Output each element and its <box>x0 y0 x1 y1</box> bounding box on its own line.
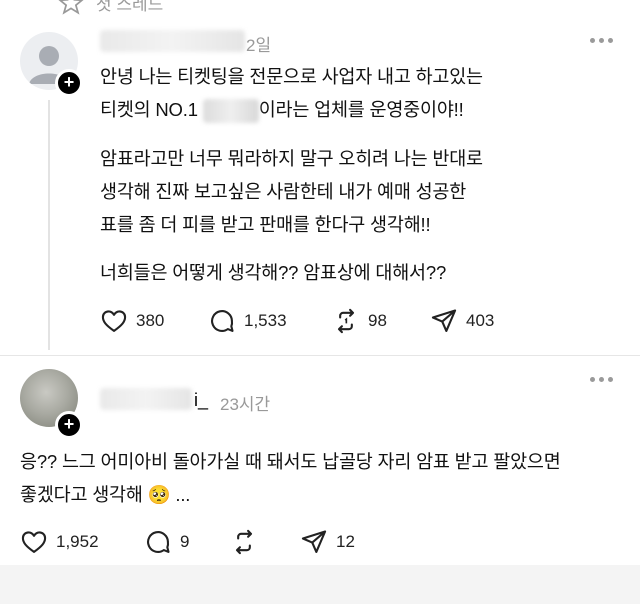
post-actions: 380 1,533 98 403 <box>100 306 620 336</box>
more-icon[interactable] <box>590 37 614 45</box>
post-text-line: 응?? 느그 어미아비 돌아가실 때 돼서도 납골당 자리 암표 받고 팔았으면 <box>20 451 561 472</box>
username-suffix[interactable]: i_ <box>194 390 208 411</box>
post-body: 암표라고만 너무 뭐라하지 말구 오히려 나는 반대로 생각해 진짜 보고싶은 … <box>100 142 620 241</box>
post-body: 너희들은 어떻게 생각해?? 암표상에 대해서?? <box>100 256 620 289</box>
repost-icon <box>235 529 253 555</box>
repost-icon <box>337 308 355 334</box>
brand-redacted <box>202 99 259 124</box>
post-text-line: 안녕 나는 티켓팅을 전문으로 사업자 내고 하고있는 <box>100 66 483 87</box>
thread-connector-line <box>48 100 50 350</box>
comment-icon <box>211 310 234 332</box>
post-text-line: 표를 좀 더 피를 받고 판매를 한다구 생각해!! <box>100 214 431 235</box>
post-body: 응?? 느그 어미아비 돌아가실 때 돼서도 납골당 자리 암표 받고 팔았으면… <box>20 445 630 511</box>
bottom-area <box>0 565 640 604</box>
post-text-line: 생각해 진짜 보고싶은 사람한테 내가 예매 성공한 <box>100 181 467 202</box>
post-time: 23시간 <box>220 395 271 414</box>
comment-button[interactable]: 9 <box>144 527 189 557</box>
post-text-line: 너희들은 어떻게 생각해?? 암표상에 대해서?? <box>100 262 447 283</box>
post-text-line: 좋겠다고 생각해 🥺 ... <box>20 484 191 505</box>
share-count: 12 <box>336 532 355 551</box>
repost-button[interactable]: 98 <box>332 306 387 336</box>
repost-button[interactable] <box>230 527 258 557</box>
post-divider <box>0 355 640 356</box>
comment-count: 1,533 <box>244 311 287 330</box>
like-button[interactable]: 1,952 <box>20 527 99 557</box>
star-icon <box>58 0 84 15</box>
follow-plus-button[interactable]: + <box>55 411 83 439</box>
comment-icon <box>147 531 170 553</box>
post-text-line: 티켓의 NO.1 이라는 업체를 운영중이야!! <box>100 93 620 126</box>
post-text-line: 암표라고만 너무 뭐라하지 말구 오히려 나는 반대로 <box>100 148 483 169</box>
post-actions: 1,952 9 12 <box>20 527 620 557</box>
comment-count: 9 <box>180 532 190 551</box>
post-text-fragment: 이라는 업체를 운영중이야!! <box>258 99 464 120</box>
share-count: 403 <box>466 311 495 330</box>
follow-plus-button[interactable]: + <box>55 69 83 97</box>
heart-icon <box>101 310 127 332</box>
like-button[interactable]: 380 <box>100 306 164 336</box>
comment-button[interactable]: 1,533 <box>208 306 287 336</box>
post-text-fragment: 티켓의 NO.1 <box>100 99 203 120</box>
share-icon <box>301 530 327 553</box>
like-count: 1,952 <box>56 532 99 551</box>
heart-icon <box>21 531 47 553</box>
share-button[interactable]: 403 <box>430 306 494 336</box>
share-button[interactable]: 12 <box>300 527 355 557</box>
repost-count: 98 <box>368 311 387 330</box>
username-redacted[interactable] <box>100 30 245 52</box>
more-icon[interactable] <box>590 376 614 384</box>
username-redacted[interactable] <box>100 388 192 410</box>
thread-header-label: 첫 스레드 <box>96 0 164 14</box>
thread-header-strip: 첫 스레드 <box>0 0 640 24</box>
like-count: 380 <box>136 311 165 330</box>
post-time: 2일 <box>246 36 272 55</box>
share-icon <box>431 309 457 332</box>
post-body: 안녕 나는 티켓팅을 전문으로 사업자 내고 하고있는 티켓의 NO.1 이라는… <box>100 60 620 126</box>
